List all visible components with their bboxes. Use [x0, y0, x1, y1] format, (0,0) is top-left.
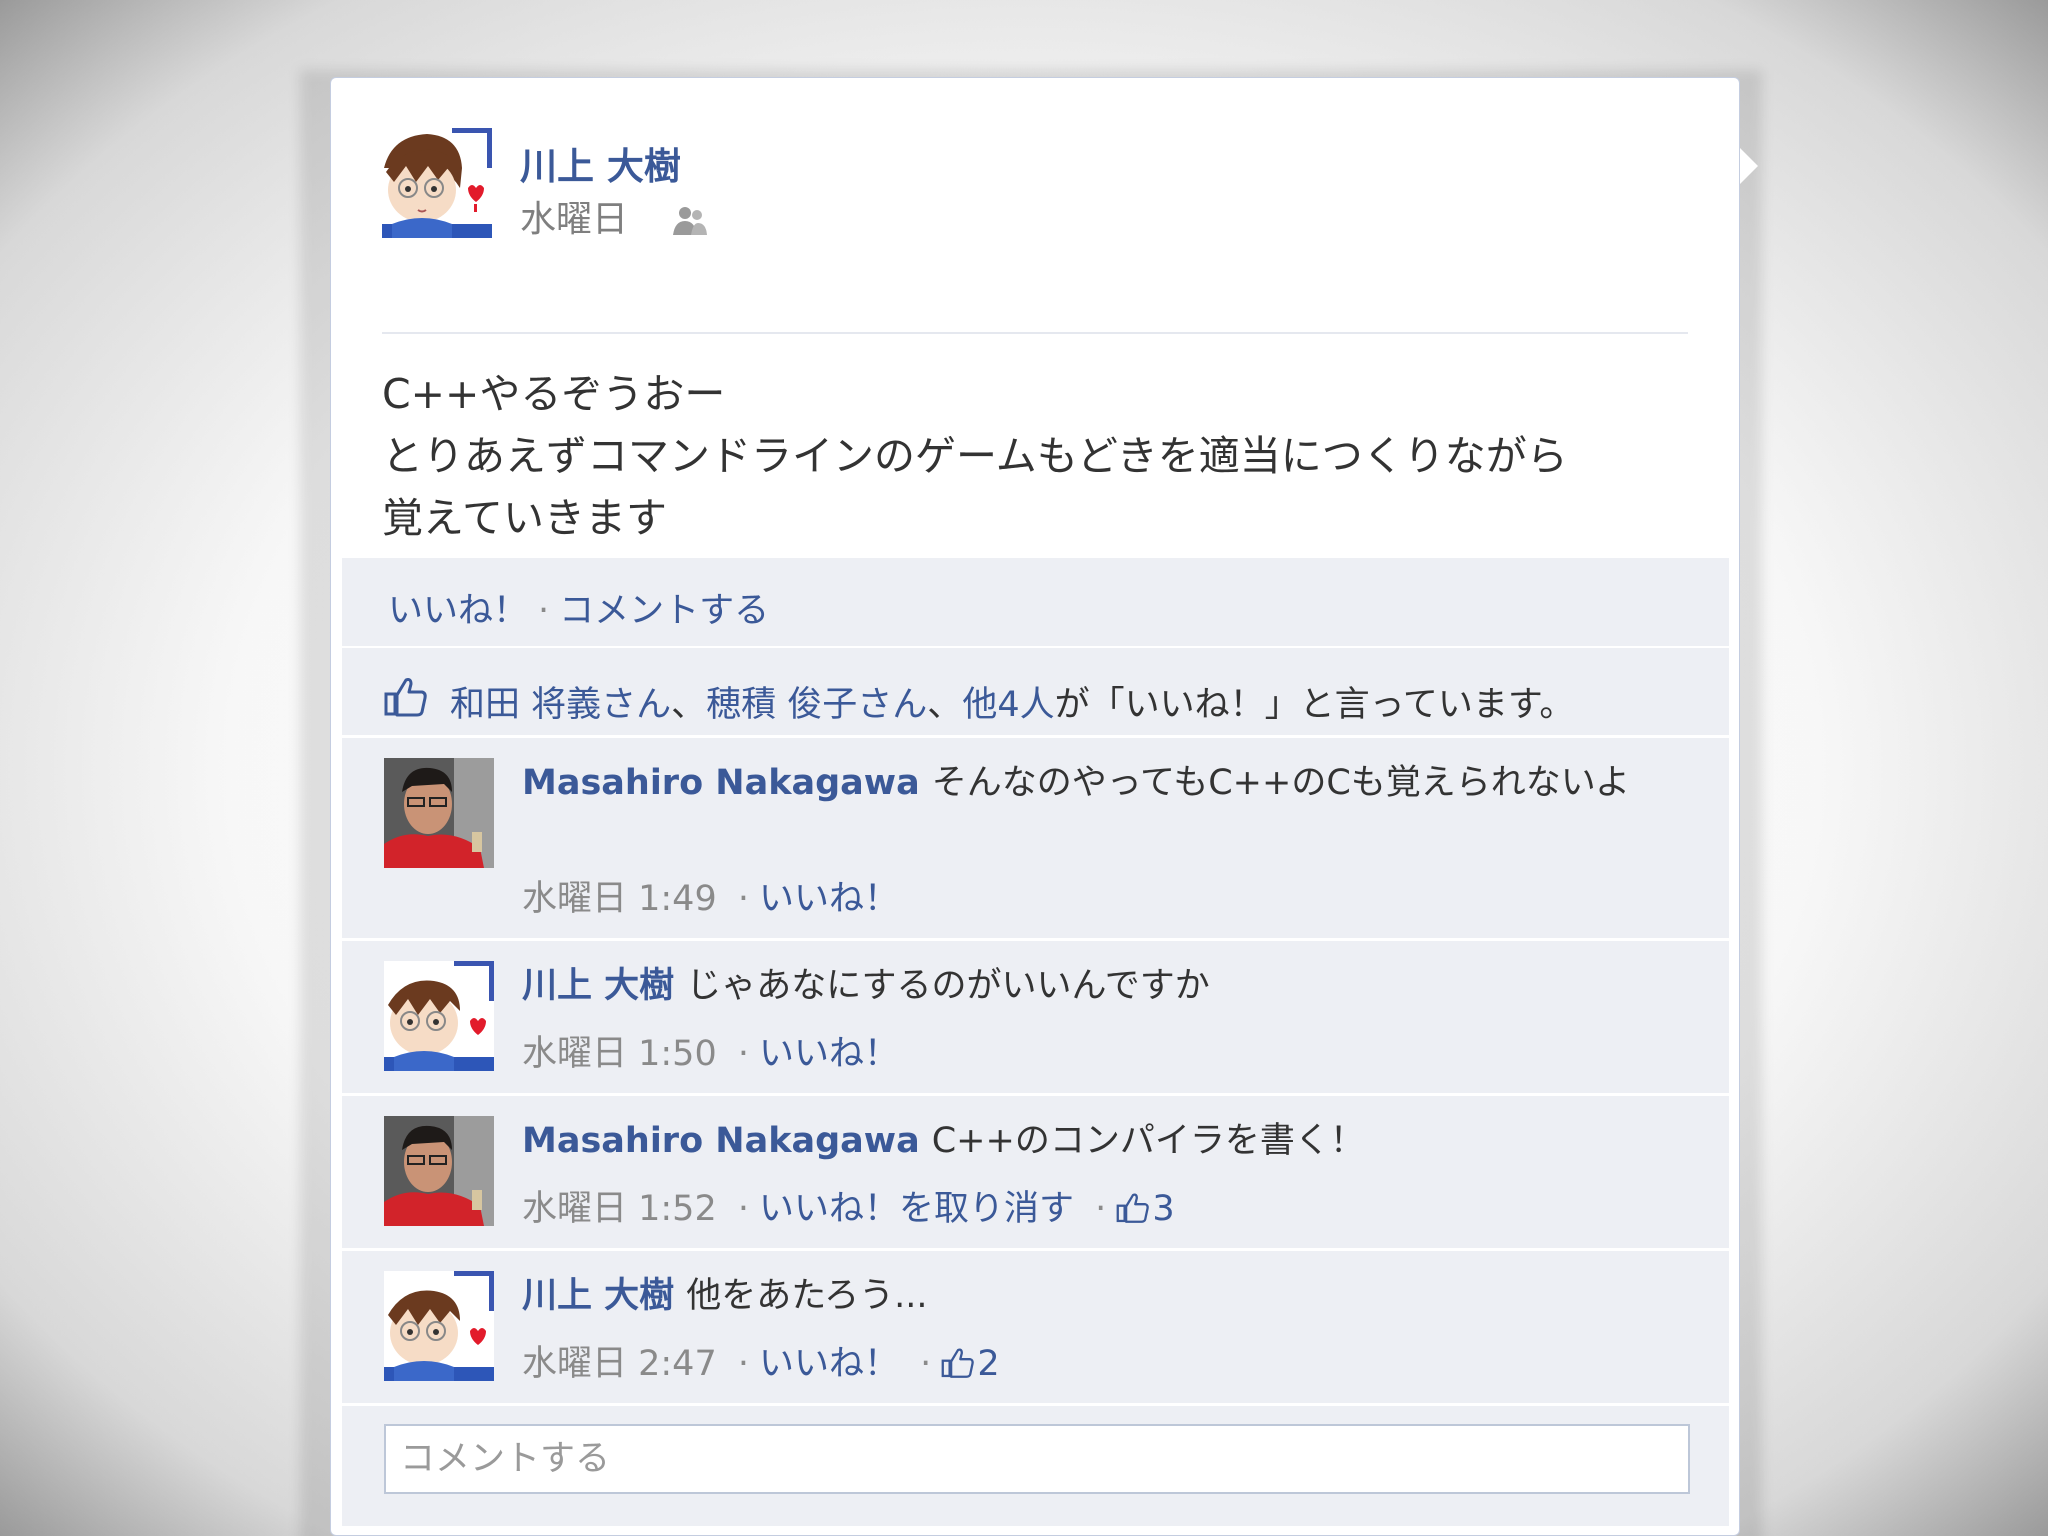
comment-like-count[interactable]: 3: [1116, 1189, 1175, 1229]
anime-avatar-image: [384, 1271, 494, 1381]
comment-like-link[interactable]: いいね！: [759, 879, 899, 919]
comment-like-count[interactable]: 2: [941, 1344, 1000, 1384]
post-timestamp[interactable]: 水曜日: [520, 199, 628, 240]
comment-text: Masahiro Nakagawa そんなのやってもC++のCも覚えられないよ: [522, 760, 1682, 807]
likes-separator: 、: [671, 685, 707, 725]
comment-text: 川上 大樹 他をあたろう...: [522, 1273, 1682, 1320]
comment-time[interactable]: 水曜日 1:49: [522, 879, 717, 919]
comment-author[interactable]: Masahiro Nakagawa: [522, 763, 920, 803]
comment-input[interactable]: [384, 1424, 1690, 1494]
card-pointer: [1740, 148, 1758, 184]
comment-link[interactable]: コメントする: [559, 591, 769, 631]
comment-compose-row: [342, 1406, 1729, 1526]
liker-link[interactable]: 穂積 俊子さん: [706, 685, 927, 725]
comment-time[interactable]: 水曜日 1:52: [522, 1189, 717, 1229]
comment-item: 川上 大樹 じゃあなにするのがいいんですか 水曜日 1:50 · いいね！: [342, 941, 1729, 1096]
comment-meta: 水曜日 1:49 · いいね！: [522, 870, 899, 921]
comment-item: Masahiro Nakagawa C++のコンパイラを書く！ 水曜日 1:52 …: [342, 1096, 1729, 1251]
likes-text: 和田 将義さん、穂積 俊子さん、他4人が「いいね！」と言っています。: [450, 676, 1574, 727]
commenter-avatar[interactable]: [384, 961, 494, 1071]
separator: ·: [1095, 1189, 1107, 1229]
likes-suffix: が「いいね！」と言っています。: [1054, 685, 1575, 725]
likes-separator: 、: [927, 685, 963, 725]
comment-meta: 水曜日 2:47 · いいね！ · 2: [522, 1335, 1000, 1386]
comment-text: 川上 大樹 じゃあなにするのがいいんですか: [522, 963, 1682, 1010]
liker-link[interactable]: 和田 将義さん: [450, 685, 671, 725]
comment-body: C++のコンパイラを書く！: [931, 1121, 1365, 1161]
friends-icon[interactable]: [671, 203, 709, 239]
comment-meta: 水曜日 1:52 · いいね！を取り消す · 3: [522, 1180, 1175, 1231]
comment-text: Masahiro Nakagawa C++のコンパイラを書く！: [522, 1118, 1682, 1165]
separator: ·: [737, 879, 750, 919]
likes-summary: 和田 将義さん、穂積 俊子さん、他4人が「いいね！」と言っています。: [342, 648, 1729, 738]
comment-author[interactable]: 川上 大樹: [522, 966, 674, 1006]
author-avatar[interactable]: [382, 128, 492, 238]
comment-unlike-link[interactable]: いいね！を取り消す: [759, 1189, 1074, 1229]
comment-time[interactable]: 水曜日 2:47: [522, 1344, 717, 1384]
photo-avatar-image: [384, 1116, 494, 1226]
comment-body: そんなのやってもC++のCも覚えられないよ: [931, 763, 1631, 803]
commenter-avatar[interactable]: [384, 758, 494, 868]
comment-like-link[interactable]: いいね！: [759, 1034, 899, 1074]
photo-avatar-image: [384, 758, 494, 868]
comment-time[interactable]: 水曜日 1:50: [522, 1034, 717, 1074]
other-likers-link[interactable]: 他4人: [962, 685, 1054, 725]
like-link[interactable]: いいね！: [388, 591, 528, 631]
like-count-value: 3: [1152, 1189, 1175, 1229]
comment-meta: 水曜日 1:50 · いいね！: [522, 1025, 899, 1076]
separator: ·: [920, 1344, 932, 1384]
anime-avatar-image: [382, 128, 492, 238]
comment-body: じゃあなにするのがいいんですか: [686, 966, 1210, 1006]
post-message-line: C++やるぞうおー: [382, 370, 726, 418]
comment-author[interactable]: Masahiro Nakagawa: [522, 1121, 920, 1161]
commenter-avatar[interactable]: [384, 1271, 494, 1381]
separator: ·: [737, 1344, 750, 1384]
separator: ·: [737, 1034, 750, 1074]
post-actions-bar: いいね！ · コメントする: [342, 558, 1729, 648]
comment-item: 川上 大樹 他をあたろう... 水曜日 2:47 · いいね！ · 2: [342, 1251, 1729, 1406]
separator: ·: [538, 591, 550, 631]
post-actions: いいね！ · コメントする: [388, 582, 769, 633]
post-author-name[interactable]: 川上 大樹: [520, 136, 681, 190]
comment-item: Masahiro Nakagawa そんなのやってもC++のCも覚えられないよ 水…: [342, 738, 1729, 941]
post-message: C++やるぞうおー とりあえずコマンドラインのゲームもどきを適当につくりながら …: [382, 363, 1702, 549]
post-message-line: とりあえずコマンドラインのゲームもどきを適当につくりながら: [382, 432, 1568, 480]
separator: ·: [737, 1189, 750, 1229]
post-card: 川上 大樹 水曜日 C++やるぞうおー とりあえずコマンドラインのゲームもどきを…: [330, 77, 1740, 1536]
comment-body: 他をあたろう...: [686, 1276, 928, 1316]
post-message-line: 覚えていきます: [382, 494, 667, 542]
comment-like-link[interactable]: いいね！: [759, 1344, 899, 1384]
feedback-section: いいね！ · コメントする 和田 将義さん、穂積 俊子さん、他4人が「いいね！」と言…: [342, 558, 1729, 1526]
comment-author[interactable]: 川上 大樹: [522, 1276, 674, 1316]
thumbs-up-icon: [1116, 1193, 1150, 1223]
commenter-avatar[interactable]: [384, 1116, 494, 1226]
anime-avatar-image: [384, 961, 494, 1071]
thumbs-up-icon: [384, 678, 427, 717]
like-count-value: 2: [977, 1344, 1000, 1384]
thumbs-up-icon: [941, 1348, 975, 1378]
post-header: 川上 大樹 水曜日: [382, 128, 1688, 334]
post-timestamp-row: 水曜日: [520, 190, 709, 242]
